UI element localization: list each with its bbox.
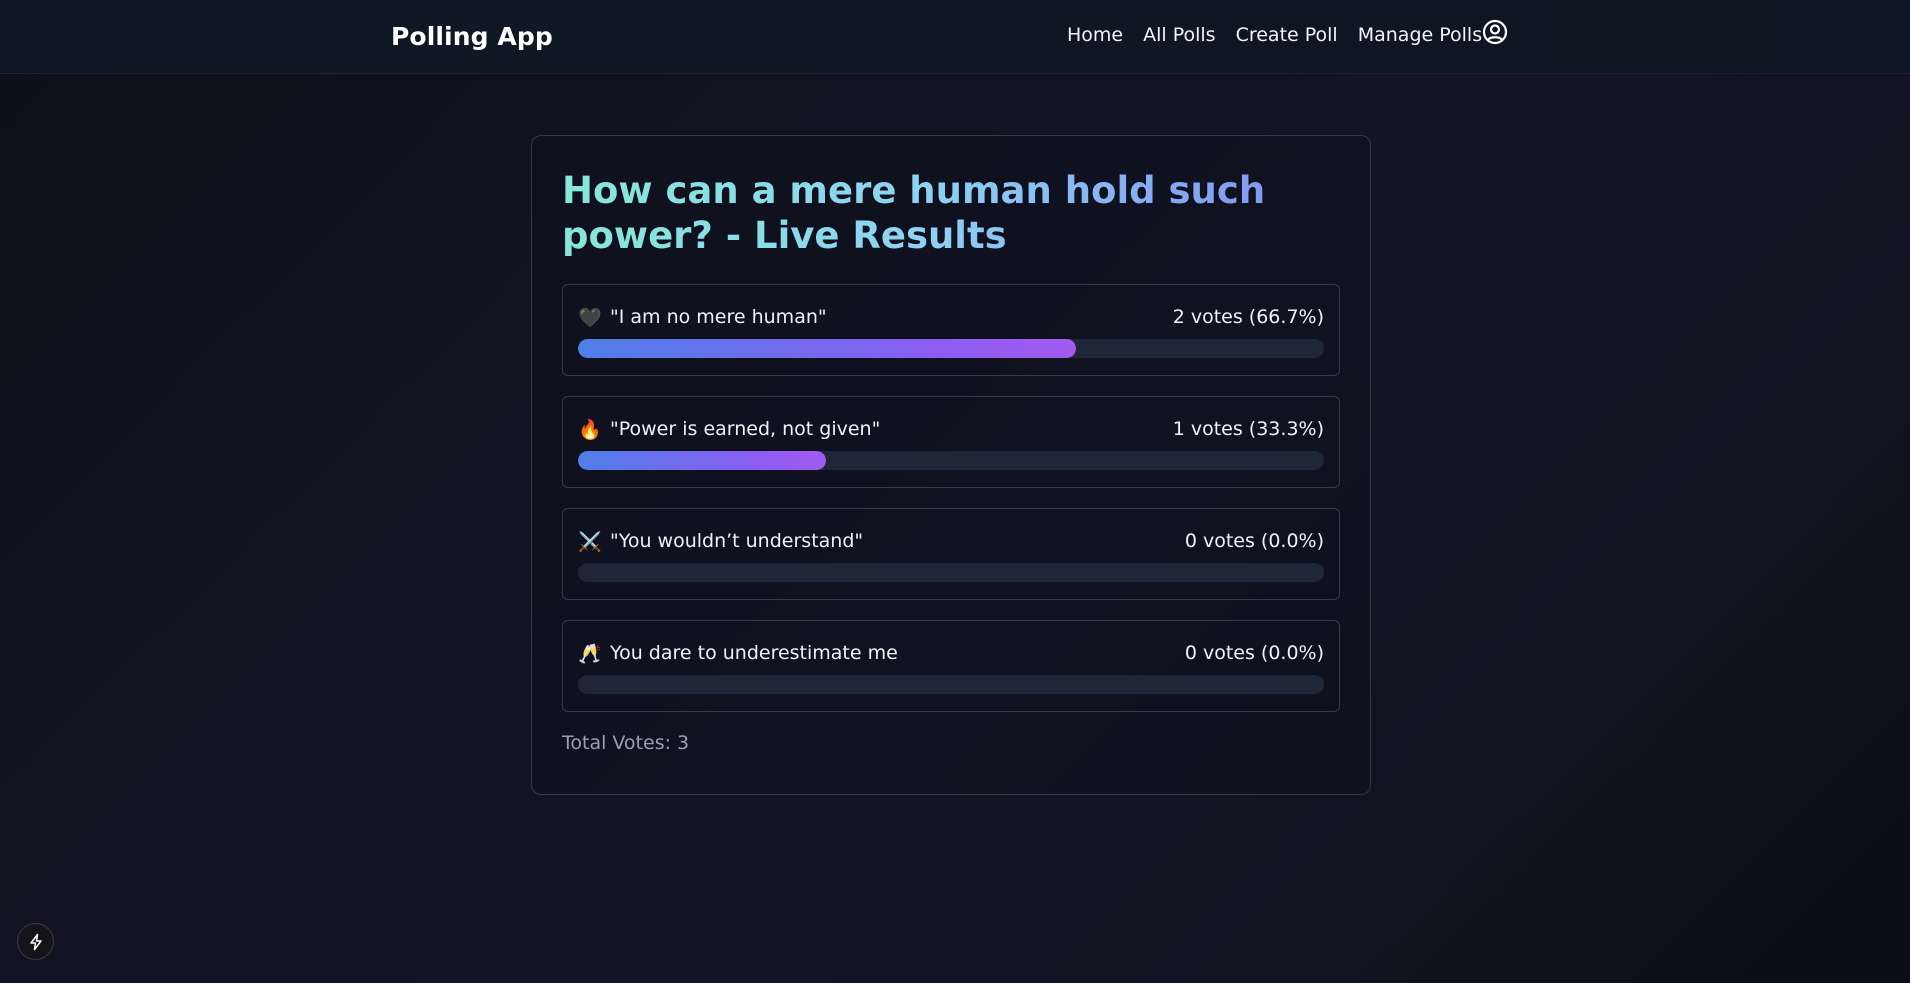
option-votes: 0 votes (0.0%) [1184,530,1324,552]
crossed-swords-icon: ⚔️ [578,530,602,553]
nav-create-poll[interactable]: Create Poll [1236,24,1338,46]
poll-option: ⚔️ "You wouldn’t understand" 0 votes (0.… [562,508,1340,600]
black-heart-icon: 🖤 [578,306,602,329]
poll-results-card: How can a mere human hold such power? - … [531,135,1371,795]
result-bar-fill [578,451,827,470]
nav-all-polls[interactable]: All Polls [1143,24,1215,46]
top-nav-bar: Polling App Home All Polls Create Poll M… [0,0,1910,74]
option-label: "Power is earned, not given" [610,418,881,440]
fire-icon: 🔥 [578,418,602,441]
nav-manage-polls[interactable]: Manage Polls [1358,24,1482,46]
total-votes: Total Votes: 3 [562,732,690,754]
poll-title: How can a mere human hold such power? - … [562,168,1342,258]
bolt-icon[interactable] [17,923,54,960]
option-votes: 1 votes (33.3%) [1172,418,1324,440]
option-label: You dare to underestimate me [610,642,898,664]
clinking-glasses-icon: 🥂 [578,642,602,665]
poll-option: 🥂 You dare to underestimate me 0 votes (… [562,620,1340,712]
main-nav: Home All Polls Create Poll Manage Polls [1067,24,1482,46]
result-bar-track [578,339,1324,358]
result-bar-fill [578,339,1076,358]
result-bar-track [578,675,1324,694]
poll-options-list: 🖤 "I am no mere human" 2 votes (66.7%) 🔥… [562,284,1340,712]
option-votes: 2 votes (66.7%) [1172,306,1324,328]
user-circle-icon[interactable] [1482,19,1508,45]
brand-logo-text[interactable]: Polling App [391,22,553,51]
option-label: "You wouldn’t understand" [610,530,864,552]
option-label: "I am no mere human" [610,306,827,328]
nav-home[interactable]: Home [1067,24,1123,46]
result-bar-track [578,451,1324,470]
poll-option: 🔥 "Power is earned, not given" 1 votes (… [562,396,1340,488]
result-bar-track [578,563,1324,582]
poll-option: 🖤 "I am no mere human" 2 votes (66.7%) [562,284,1340,376]
option-votes: 0 votes (0.0%) [1184,642,1324,664]
